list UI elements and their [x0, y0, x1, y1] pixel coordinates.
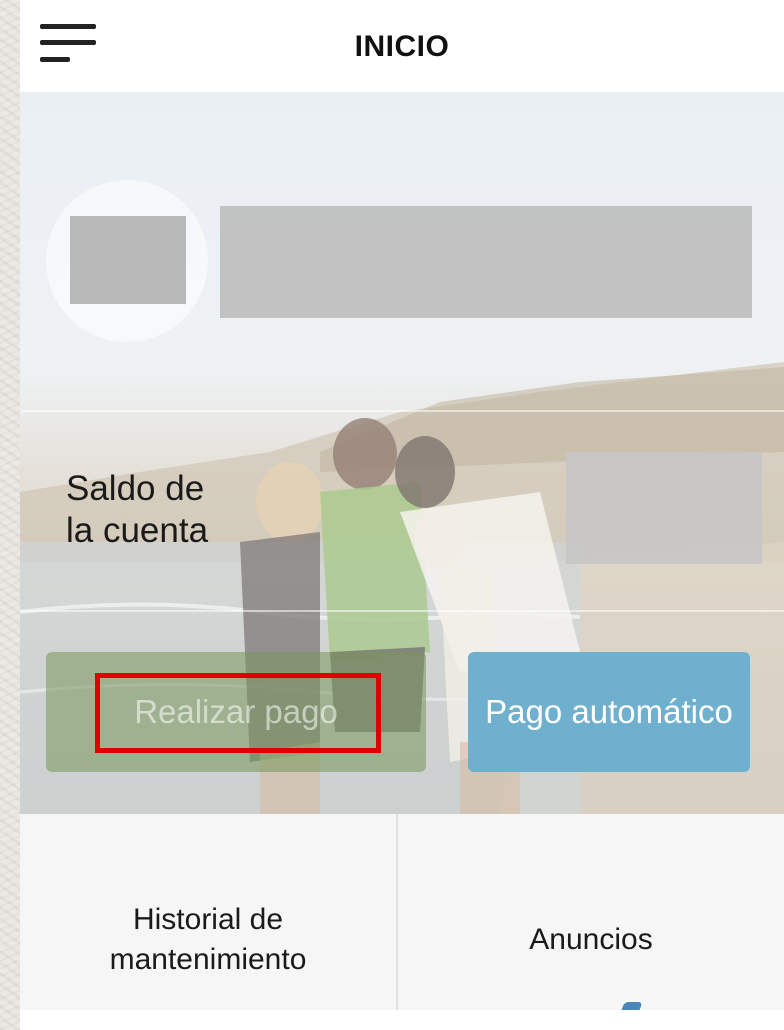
divider	[20, 610, 784, 612]
autopay-label: Pago automático	[485, 693, 733, 730]
profile-name-placeholder	[220, 206, 752, 318]
balance-label: Saldo de la cuenta	[66, 468, 286, 552]
hero-banner: Saldo de la cuenta Realizar pago Pago au…	[20, 92, 784, 814]
balance-label-text: Saldo de la cuenta	[66, 469, 209, 550]
tile-announcements-label: Anuncios	[529, 923, 653, 956]
make-payment-button[interactable]: Realizar pago	[46, 652, 426, 772]
tile-maintenance-history[interactable]: Historial de mantenimiento	[20, 814, 396, 1010]
top-bar: INICIO	[20, 0, 784, 92]
profile-avatar	[46, 180, 208, 342]
announcements-icon	[621, 1002, 643, 1010]
menu-tiles: Historial de mantenimiento Anuncios	[20, 814, 784, 1010]
divider	[20, 410, 784, 412]
avatar-image-placeholder	[70, 216, 186, 304]
footer-strip	[20, 1010, 784, 1030]
autopay-button[interactable]: Pago automático	[468, 652, 750, 772]
make-payment-label: Realizar pago	[134, 693, 338, 730]
balance-value-placeholder	[566, 452, 762, 564]
page-title: INICIO	[354, 30, 450, 63]
tile-maintenance-history-label: Historial de mantenimiento	[109, 903, 307, 976]
background-texture	[0, 0, 20, 1030]
tile-announcements[interactable]: Anuncios	[398, 814, 784, 1010]
